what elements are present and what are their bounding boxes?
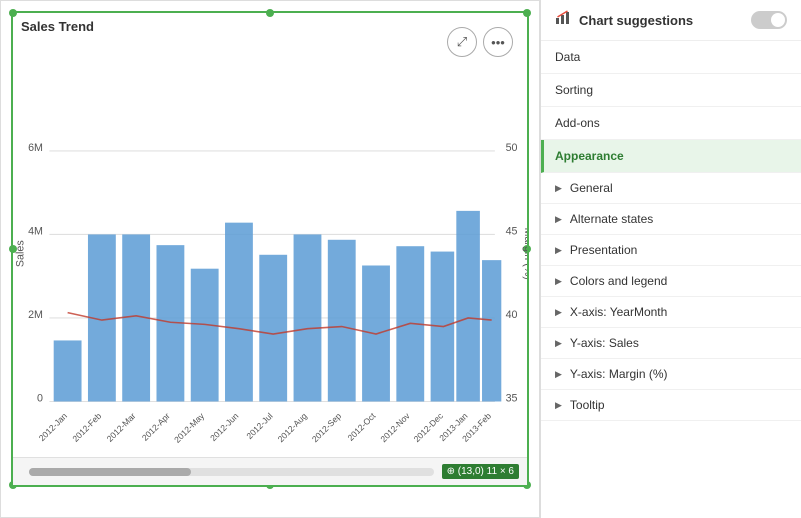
panel-header-left: Chart suggestions: [555, 10, 693, 30]
svg-text:Margin (%): Margin (%): [522, 228, 527, 280]
resize-handle-tc[interactable]: [266, 9, 274, 17]
accordion-arrow-x-axis: ▶: [555, 307, 562, 318]
accordion-arrow-presentation: ▶: [555, 245, 562, 256]
accordion-tooltip[interactable]: ▶ Tooltip: [541, 390, 801, 421]
status-size: 11 × 6: [487, 466, 514, 477]
chart-status-bar: ⊕ (13,0) 11 × 6: [13, 457, 527, 485]
svg-text:2012-Aug: 2012-Aug: [276, 411, 309, 444]
expand-icon[interactable]: ⤢: [447, 27, 477, 57]
nav-item-data[interactable]: Data: [541, 41, 801, 74]
panel-header: Chart suggestions: [541, 0, 801, 41]
accordion-x-axis[interactable]: ▶ X-axis: YearMonth: [541, 297, 801, 328]
accordion-arrow-colors-legend: ▶: [555, 276, 562, 287]
accordion-arrow-alternate-states: ▶: [555, 214, 562, 225]
chart-panel: Sales Trend ⤢ ••• 0 2M 4M 6M 35 40 45 50…: [0, 0, 540, 518]
svg-text:40: 40: [506, 309, 518, 321]
chart-svg: 0 2M 4M 6M 35 40 45 50 Sales Margin (%): [13, 41, 527, 445]
chart-area: 0 2M 4M 6M 35 40 45 50 Sales Margin (%): [13, 41, 527, 445]
chart-icons: ⤢ •••: [447, 27, 513, 57]
accordion-y-axis-sales[interactable]: ▶ Y-axis: Sales: [541, 328, 801, 359]
svg-text:2012-Sep: 2012-Sep: [310, 411, 343, 444]
accordion-colors-legend[interactable]: ▶ Colors and legend: [541, 266, 801, 297]
svg-text:6M: 6M: [28, 142, 43, 154]
svg-text:2012-Feb: 2012-Feb: [70, 411, 103, 444]
svg-text:2012-Jul: 2012-Jul: [244, 411, 274, 441]
more-options-icon[interactable]: •••: [483, 27, 513, 57]
nav-item-appearance[interactable]: Appearance: [541, 140, 801, 173]
chart-status-info: ⊕ (13,0) 11 × 6: [442, 464, 519, 479]
nav-item-addons[interactable]: Add-ons: [541, 107, 801, 140]
accordion-arrow-y-axis-sales: ▶: [555, 338, 562, 349]
svg-text:2M: 2M: [28, 309, 43, 321]
chart-outer-border: Sales Trend ⤢ ••• 0 2M 4M 6M 35 40 45 50…: [11, 11, 529, 487]
svg-text:2012-Apr: 2012-Apr: [140, 411, 172, 443]
svg-text:50: 50: [506, 142, 518, 154]
accordion-arrow-y-axis-margin: ▶: [555, 369, 562, 380]
svg-text:2012-Nov: 2012-Nov: [378, 410, 412, 444]
status-coords: ⊕ (13,0): [447, 466, 484, 477]
panel-header-title: Chart suggestions: [579, 13, 693, 28]
nav-item-sorting[interactable]: Sorting: [541, 74, 801, 107]
panel-nav: Data Sorting Add-ons Appearance: [541, 41, 801, 173]
accordion-arrow-general: ▶: [555, 183, 562, 194]
accordion-presentation[interactable]: ▶ Presentation: [541, 235, 801, 266]
resize-handle-tr[interactable]: [523, 9, 531, 17]
chart-scrollbar-track[interactable]: [29, 468, 434, 476]
svg-text:2012-Oct: 2012-Oct: [345, 410, 377, 442]
resize-handle-tl[interactable]: [9, 9, 17, 17]
svg-text:Sales: Sales: [15, 240, 27, 267]
accordion-arrow-tooltip: ▶: [555, 400, 562, 411]
svg-text:35: 35: [506, 392, 518, 404]
svg-text:2012-Mar: 2012-Mar: [105, 411, 138, 444]
chart-suggestions-icon: [555, 10, 571, 30]
svg-text:0: 0: [37, 392, 43, 404]
svg-text:4M: 4M: [28, 225, 43, 237]
chart-suggestions-toggle[interactable]: [751, 11, 787, 29]
accordion-alternate-states[interactable]: ▶ Alternate states: [541, 204, 801, 235]
svg-text:45: 45: [506, 225, 518, 237]
accordion-list: ▶ General ▶ Alternate states ▶ Presentat…: [541, 173, 801, 421]
accordion-y-axis-margin[interactable]: ▶ Y-axis: Margin (%): [541, 359, 801, 390]
svg-text:2012-Jan: 2012-Jan: [37, 411, 69, 443]
chart-scrollbar-thumb[interactable]: [29, 468, 191, 476]
accordion-general[interactable]: ▶ General: [541, 173, 801, 204]
svg-text:2012-May: 2012-May: [172, 410, 206, 444]
right-panel: Chart suggestions Data Sorting Add-ons A…: [540, 0, 801, 518]
svg-text:2012-Jun: 2012-Jun: [208, 411, 240, 443]
